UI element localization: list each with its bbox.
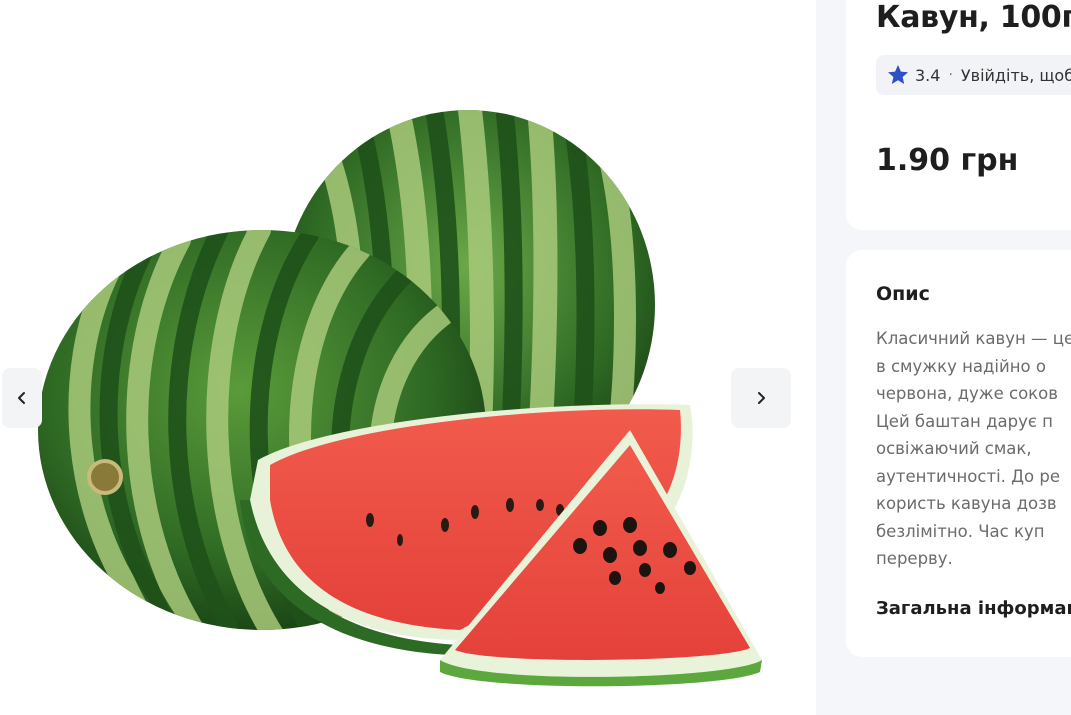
chevron-left-icon (18, 392, 25, 404)
description-line: освіжаючий смак, (876, 439, 1032, 458)
gallery-next-button[interactable] (731, 368, 791, 428)
product-gallery (0, 0, 816, 715)
rating-pill[interactable]: 3.4 · Увійдіть, щоб (876, 55, 1071, 95)
description-line: Класичний кавун — це (876, 329, 1071, 348)
description-line: червона, дуже соков (876, 384, 1058, 403)
description-heading: Опис (876, 283, 930, 305)
gallery-prev-button[interactable] (2, 368, 42, 428)
product-image (38, 110, 762, 687)
product-info-panel: Кавун, 100г 3.4 · Увійдіть, щоб 1.90 грн… (816, 0, 1071, 715)
description-line: безлімітно. Час куп (876, 521, 1045, 541)
product-price: 1.90 грн (876, 143, 1019, 178)
description-card: Опис Класичний кавун — це в смужку надій… (846, 250, 1071, 657)
description-line: в смужку надійно о (876, 356, 1046, 376)
signin-prompt[interactable]: Увійдіть, щоб (961, 66, 1071, 85)
description-line: перерву. (876, 549, 953, 568)
star-icon (888, 65, 908, 84)
description-line: аутентичності. До ре (876, 466, 1061, 486)
rating-value: 3.4 (915, 65, 941, 85)
description-line: Цей баштан дарує п (876, 411, 1053, 431)
rating-separator: · (948, 67, 953, 83)
product-summary-card: Кавун, 100г 3.4 · Увійдіть, щоб 1.90 грн (846, 0, 1071, 230)
description-text: Класичний кавун — це в смужку надійно о … (876, 325, 1071, 573)
product-title: Кавун, 100г (876, 0, 1071, 35)
chevron-right-icon (758, 392, 765, 404)
general-info-heading[interactable]: Загальна інформація (876, 598, 1071, 619)
description-line: користь кавуна дозв (876, 494, 1057, 513)
